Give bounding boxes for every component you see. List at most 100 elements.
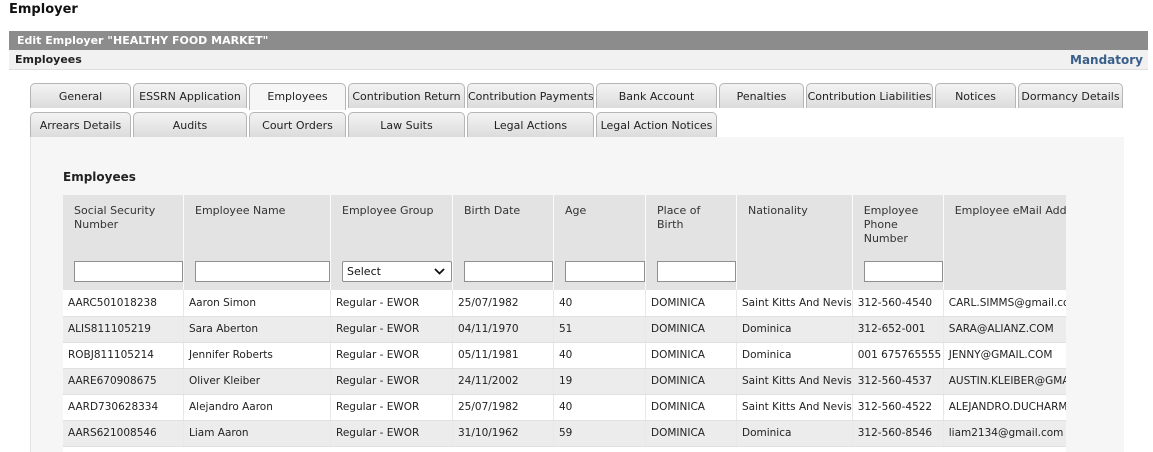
cell-place-of-birth: DOMINICA — [645, 420, 737, 447]
col-header-place-of-birth[interactable]: Place of Birth — [645, 195, 737, 253]
tab-general[interactable]: General — [30, 83, 131, 108]
filter-employee-group-select[interactable]: Select — [342, 261, 452, 282]
filter-birth-date-input[interactable] — [464, 261, 553, 282]
cell-birth-date: 24/11/2002 — [452, 368, 554, 395]
section-label: Employees — [15, 53, 82, 66]
header-row: Social Security Number Employee Name Emp… — [63, 195, 1066, 253]
cell-email: ALEJANDRO.DUCHARME@GMAIL.COM — [943, 394, 1066, 421]
cell-ssn: AARC501018238 — [63, 290, 184, 317]
filter-cell-email — [943, 253, 1066, 290]
filter-cell-employee-name — [183, 253, 331, 290]
cell-birth-date: 31/10/1962 — [452, 420, 554, 447]
cell-phone: 312-560-4537 — [852, 368, 944, 395]
filter-employee-group-value: Select — [347, 265, 381, 278]
table-row[interactable]: ROBJ811105214 Jennifer Roberts Regular -… — [63, 342, 1066, 369]
tab-penalties[interactable]: Penalties — [719, 83, 804, 108]
table-row[interactable]: AARS621008546 Liam Aaron Regular - EWOR … — [63, 420, 1066, 447]
col-header-phone[interactable]: Employee Phone Number — [852, 195, 944, 253]
tab-audits[interactable]: Audits — [133, 112, 247, 137]
tab-notices[interactable]: Notices — [935, 83, 1016, 108]
cell-employee-name: Liam Aaron — [183, 420, 331, 447]
tab-court-orders[interactable]: Court Orders — [249, 112, 346, 137]
page-title: Employer — [9, 2, 78, 17]
table-row[interactable]: AARE670908675 Oliver Kleiber Regular - E… — [63, 368, 1066, 395]
cell-birth-date: 25/07/1982 — [452, 394, 554, 421]
tab-contribution-payments[interactable]: Contribution Payments — [467, 83, 594, 108]
cell-phone: 312-560-8546 — [852, 420, 944, 447]
filter-phone-input[interactable] — [863, 261, 943, 282]
filter-cell-employee-group: Select — [330, 253, 453, 290]
cell-phone: 312-560-4522 — [852, 394, 944, 421]
cell-phone: 001 675765555 — [852, 342, 944, 369]
cell-age: 59 — [553, 420, 646, 447]
tab-contribution-liabilities[interactable]: Contribution Liabilities — [806, 83, 933, 108]
tab-legal-action-notices[interactable]: Legal Action Notices — [596, 112, 717, 137]
employees-table: Social Security Number Employee Name Emp… — [63, 195, 1066, 447]
cell-nationality: Saint Kitts And Nevis — [736, 290, 853, 317]
cell-email: AUSTIN.KLEIBER@GMAIL.COM — [943, 368, 1066, 395]
tab-contribution-return[interactable]: Contribution Return — [348, 83, 465, 108]
col-header-nationality[interactable]: Nationality — [736, 195, 853, 253]
cell-employee-group: Regular - EWOR — [330, 342, 453, 369]
col-header-employee-name[interactable]: Employee Name — [183, 195, 331, 253]
col-header-age[interactable]: Age — [553, 195, 646, 253]
table-row[interactable]: AARC501018238 Aaron Simon Regular - EWOR… — [63, 290, 1066, 317]
cell-place-of-birth: DOMINICA — [645, 368, 737, 395]
cell-nationality: Dominica — [736, 342, 853, 369]
cell-employee-name: Jennifer Roberts — [183, 342, 331, 369]
chevron-down-icon — [434, 264, 445, 281]
table-row[interactable]: AARD730628334 Alejandro Aaron Regular - … — [63, 394, 1066, 421]
cell-birth-date: 05/11/1981 — [452, 342, 554, 369]
cell-employee-name: Oliver Kleiber — [183, 368, 331, 395]
cell-employee-name: Aaron Simon — [183, 290, 331, 317]
tab-dormancy-details[interactable]: Dormancy Details — [1018, 83, 1123, 108]
cell-age: 40 — [553, 342, 646, 369]
cell-nationality: Dominica — [736, 316, 853, 343]
cell-employee-group: Regular - EWOR — [330, 290, 453, 317]
tab-employees[interactable]: Employees — [249, 83, 346, 110]
filter-cell-place-of-birth — [645, 253, 737, 290]
cell-place-of-birth: DOMINICA — [645, 394, 737, 421]
section-bar: Employees Mandatory — [9, 50, 1148, 70]
cell-nationality: Saint Kitts And Nevis — [736, 368, 853, 395]
cell-employee-group: Regular - EWOR — [330, 394, 453, 421]
filter-employee-name-input[interactable] — [195, 261, 330, 282]
cell-email: CARL.SIMMS@gmail.com — [943, 290, 1066, 317]
col-header-email[interactable]: Employee eMail Address — [943, 195, 1066, 253]
col-header-employee-group[interactable]: Employee Group — [330, 195, 453, 253]
tab-legal-actions[interactable]: Legal Actions — [467, 112, 594, 137]
col-header-ssn[interactable]: Social Security Number — [63, 195, 184, 253]
filter-place-of-birth-input[interactable] — [657, 261, 736, 282]
cell-employee-group: Regular - EWOR — [330, 316, 453, 343]
cell-ssn: AARE670908675 — [63, 368, 184, 395]
cell-ssn: AARS621008546 — [63, 420, 184, 447]
tab-arrears-details[interactable]: Arrears Details — [30, 112, 131, 137]
tab-law-suits[interactable]: Law Suits — [348, 112, 465, 137]
cell-place-of-birth: DOMINICA — [645, 316, 737, 343]
filter-ssn-input[interactable] — [74, 261, 183, 282]
cell-age: 51 — [553, 316, 646, 343]
tab-essrn-application[interactable]: ESSRN Application — [133, 83, 247, 108]
cell-employee-name: Sara Aberton — [183, 316, 331, 343]
filter-cell-age — [553, 253, 646, 290]
filter-row: Select — [63, 253, 1066, 290]
cell-birth-date: 04/11/1970 — [452, 316, 554, 343]
cell-place-of-birth: DOMINICA — [645, 342, 737, 369]
cell-ssn: ROBJ811105214 — [63, 342, 184, 369]
cell-age: 19 — [553, 368, 646, 395]
employees-grid-title: Employees — [63, 170, 136, 184]
cell-ssn: ALIS811105219 — [63, 316, 184, 343]
cell-birth-date: 25/07/1982 — [452, 290, 554, 317]
tab-bank-account[interactable]: Bank Account — [596, 83, 717, 108]
cell-employee-group: Regular - EWOR — [330, 420, 453, 447]
col-header-birth-date[interactable]: Birth Date — [452, 195, 554, 253]
cell-place-of-birth: DOMINICA — [645, 290, 737, 317]
cell-email: JENNY@GMAIL.COM — [943, 342, 1066, 369]
table-row[interactable]: ALIS811105219 Sara Aberton Regular - EWO… — [63, 316, 1066, 343]
employees-grid: Social Security Number Employee Name Emp… — [63, 195, 1066, 452]
mandatory-label: Mandatory — [1070, 53, 1143, 67]
cell-employee-name: Alejandro Aaron — [183, 394, 331, 421]
filter-age-input[interactable] — [565, 261, 645, 282]
edit-employer-header: Edit Employer "HEALTHY FOOD MARKET" — [9, 31, 1148, 50]
cell-ssn: AARD730628334 — [63, 394, 184, 421]
